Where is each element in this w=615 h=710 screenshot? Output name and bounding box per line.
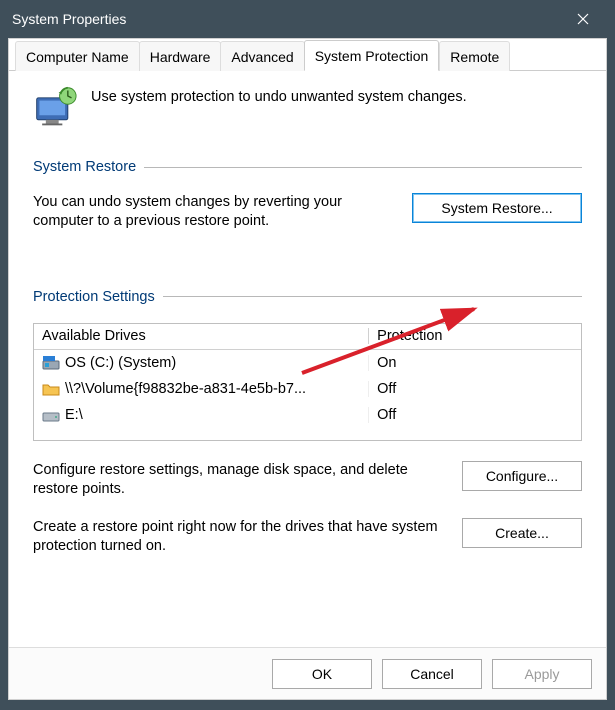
drives-list[interactable]: Available Drives Protection OS (C:) (Sys…: [33, 323, 582, 441]
column-available-drives[interactable]: Available Drives: [34, 328, 368, 344]
client-area: Computer Name Hardware Advanced System P…: [8, 38, 607, 700]
dialog-button-bar: OK Cancel Apply: [9, 647, 606, 699]
titlebar: System Properties: [0, 0, 615, 38]
drive-protection: Off: [368, 407, 581, 423]
window-title: System Properties: [12, 11, 563, 27]
system-restore-button[interactable]: System Restore...: [412, 193, 582, 223]
system-properties-window: System Properties Computer Name Hardware…: [0, 0, 615, 710]
drive-row[interactable]: E:\ Off: [34, 402, 581, 428]
divider: [144, 167, 582, 168]
configure-description: Configure restore settings, manage disk …: [33, 461, 444, 500]
drive-icon: [42, 407, 60, 423]
tab-content: Use system protection to undo unwanted s…: [9, 71, 606, 647]
protection-settings-title: Protection Settings: [33, 289, 155, 305]
drive-row[interactable]: OS (C:) (System) On: [34, 350, 581, 376]
tab-hardware[interactable]: Hardware: [139, 41, 222, 71]
system-restore-title: System Restore: [33, 159, 136, 175]
drive-name: E:\: [65, 407, 83, 423]
close-icon: [577, 13, 589, 25]
ok-button[interactable]: OK: [272, 659, 372, 689]
system-protection-icon: [33, 85, 77, 129]
create-button[interactable]: Create...: [462, 518, 582, 548]
configure-button[interactable]: Configure...: [462, 461, 582, 491]
create-row: Create a restore point right now for the…: [33, 518, 582, 557]
column-protection[interactable]: Protection: [368, 328, 581, 344]
group-header: Protection Settings: [33, 289, 582, 305]
divider: [163, 296, 582, 297]
drive-protection: On: [368, 355, 581, 371]
system-restore-group: System Restore You can undo system chang…: [33, 159, 582, 231]
system-restore-description: You can undo system changes by reverting…: [33, 193, 394, 231]
drive-protection: Off: [368, 381, 581, 397]
drives-header-row: Available Drives Protection: [34, 324, 581, 350]
cancel-button[interactable]: Cancel: [382, 659, 482, 689]
group-header: System Restore: [33, 159, 582, 175]
tab-advanced[interactable]: Advanced: [220, 41, 304, 71]
tab-system-protection[interactable]: System Protection: [304, 40, 440, 71]
tab-strip: Computer Name Hardware Advanced System P…: [9, 39, 606, 71]
tab-computer-name[interactable]: Computer Name: [15, 41, 140, 71]
configure-row: Configure restore settings, manage disk …: [33, 461, 582, 500]
folder-icon: [42, 381, 60, 397]
os-drive-icon: [42, 355, 60, 371]
intro-text: Use system protection to undo unwanted s…: [91, 85, 467, 105]
drive-name: OS (C:) (System): [65, 355, 176, 371]
apply-button[interactable]: Apply: [492, 659, 592, 689]
protection-settings-group: Protection Settings Available Drives Pro…: [33, 289, 582, 557]
tab-remote[interactable]: Remote: [439, 41, 510, 71]
create-description: Create a restore point right now for the…: [33, 518, 444, 557]
drive-name: \\?\Volume{f98832be-a831-4e5b-b7...: [65, 381, 306, 397]
drive-row[interactable]: \\?\Volume{f98832be-a831-4e5b-b7... Off: [34, 376, 581, 402]
close-button[interactable]: [563, 0, 603, 38]
intro-row: Use system protection to undo unwanted s…: [33, 85, 582, 129]
